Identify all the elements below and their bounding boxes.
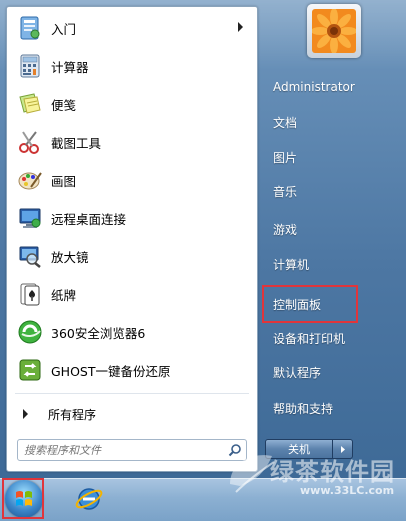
remote-desktop-icon bbox=[15, 203, 45, 233]
solitaire-icon bbox=[15, 279, 45, 309]
programs-pane: 入门 计算器 便笺 截图工具 画图 远程桌面连接 放大镜 纸牌 360安全浏览器… bbox=[6, 6, 258, 472]
program-sticky-notes[interactable]: 便笺 bbox=[11, 87, 253, 121]
program-snipping-tool[interactable]: 截图工具 bbox=[11, 125, 253, 159]
divider bbox=[15, 393, 249, 394]
program-solitaire[interactable]: 纸牌 bbox=[11, 277, 253, 311]
360-browser-icon bbox=[15, 317, 45, 347]
program-label: 计算器 bbox=[51, 59, 89, 75]
program-paint[interactable]: 画图 bbox=[11, 163, 253, 197]
program-label: 画图 bbox=[51, 173, 77, 189]
program-label: 远程桌面连接 bbox=[51, 211, 127, 227]
start-button-highlight bbox=[2, 478, 44, 519]
menu-computer[interactable]: 计算机 bbox=[264, 250, 394, 278]
program-label: 便笺 bbox=[51, 97, 77, 113]
program-calculator[interactable]: 计算器 bbox=[11, 49, 253, 83]
internet-explorer-icon[interactable] bbox=[74, 484, 104, 514]
menu-documents[interactable]: 文档 bbox=[264, 108, 394, 136]
magnifier-icon bbox=[15, 241, 45, 271]
menu-help-support[interactable]: 帮助和支持 bbox=[264, 394, 394, 422]
flower-picture-icon bbox=[312, 9, 356, 53]
menu-music[interactable]: 音乐 bbox=[264, 177, 394, 205]
program-label: 放大镜 bbox=[51, 249, 89, 265]
program-label: 纸牌 bbox=[51, 287, 77, 303]
ghost-backup-icon bbox=[15, 355, 45, 385]
paint-icon bbox=[15, 165, 45, 195]
user-avatar[interactable] bbox=[307, 4, 361, 58]
menu-games[interactable]: 游戏 bbox=[264, 215, 394, 243]
calculator-icon bbox=[15, 51, 45, 81]
search-icon[interactable] bbox=[224, 440, 246, 460]
watermark-text: 绿茶软件园 bbox=[270, 458, 395, 486]
program-magnifier[interactable]: 放大镜 bbox=[11, 239, 253, 273]
all-programs-label: 所有程序 bbox=[48, 407, 97, 422]
search-input[interactable] bbox=[18, 440, 224, 460]
program-ghost-backup[interactable]: GHOST一键备份还原 bbox=[11, 353, 253, 387]
menu-control-panel[interactable]: 控制面板 bbox=[262, 285, 358, 323]
program-getting-started[interactable]: 入门 bbox=[11, 11, 253, 45]
start-menu: 入门 计算器 便笺 截图工具 画图 远程桌面连接 放大镜 纸牌 360安全浏览器… bbox=[0, 0, 406, 478]
program-remote-desktop[interactable]: 远程桌面连接 bbox=[11, 201, 253, 235]
program-label: 360安全浏览器6 bbox=[51, 325, 146, 341]
menu-pictures[interactable]: 图片 bbox=[264, 143, 394, 171]
program-label: GHOST一键备份还原 bbox=[51, 363, 171, 379]
submenu-arrow-icon bbox=[238, 22, 243, 32]
watermark-url: www.33LC.com bbox=[300, 484, 395, 497]
menu-user-administrator[interactable]: Administrator bbox=[264, 73, 394, 101]
getting-started-icon bbox=[15, 13, 45, 43]
search-box[interactable] bbox=[17, 439, 247, 461]
all-programs-button[interactable]: 所有程序 bbox=[11, 402, 253, 426]
program-label: 截图工具 bbox=[51, 135, 102, 151]
expand-arrow-icon bbox=[23, 409, 28, 419]
sticky-notes-icon bbox=[15, 89, 45, 119]
program-label: 入门 bbox=[51, 21, 77, 37]
menu-devices-printers[interactable]: 设备和打印机 bbox=[264, 324, 394, 352]
snipping-tool-icon bbox=[15, 127, 45, 157]
menu-default-programs[interactable]: 默认程序 bbox=[264, 358, 394, 386]
program-360-browser[interactable]: 360安全浏览器6 bbox=[11, 315, 253, 349]
